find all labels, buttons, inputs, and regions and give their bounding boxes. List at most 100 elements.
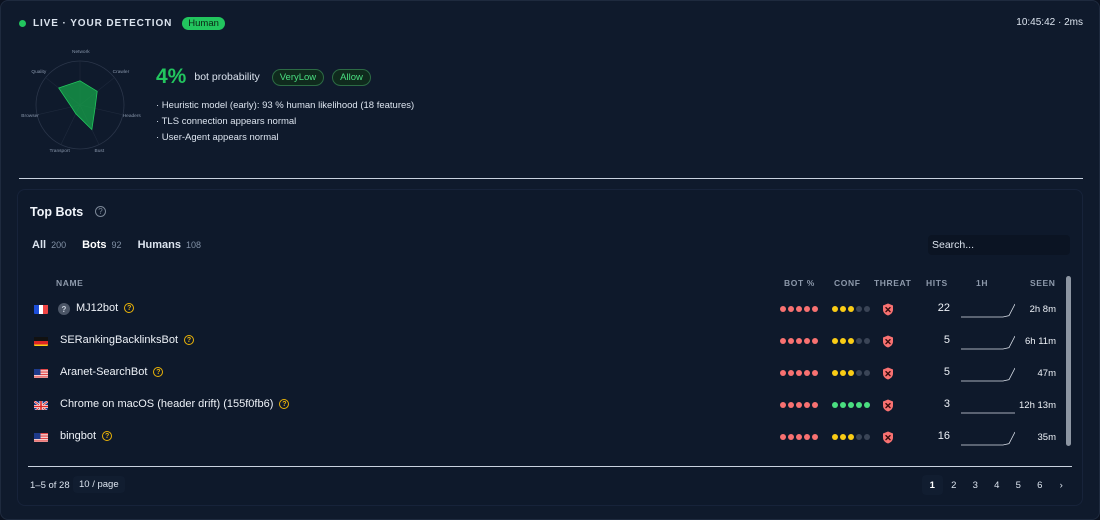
meter-dot <box>856 402 862 408</box>
page-button[interactable]: 3 <box>965 475 987 495</box>
meter-dot <box>780 370 786 376</box>
table-row[interactable]: Chrome on macOS (header drift) (155f0fb6… <box>18 389 1058 421</box>
action-badge: Allow <box>332 68 371 86</box>
meter-dot <box>840 434 846 440</box>
bot-pct-meter <box>780 402 818 408</box>
table-scrollbar[interactable] <box>1066 276 1071 446</box>
meter-dot <box>832 306 838 312</box>
meter-dot <box>796 306 802 312</box>
radar-axis-label: Transport <box>49 148 70 154</box>
column-header-seen[interactable]: SEEN <box>1030 278 1056 288</box>
tab-bots[interactable]: Bots 92 <box>82 239 121 251</box>
filter-tabs: All 200 Bots 92 Humans 108 <box>32 239 201 251</box>
meter-dot <box>796 370 802 376</box>
meter-dot <box>812 338 818 344</box>
bot-pct-meter <box>780 434 818 440</box>
last-seen: 6h 11m <box>1025 336 1056 347</box>
bot-name-text: MJ12bot <box>76 302 119 314</box>
hourly-sparkline <box>961 303 1015 318</box>
column-header-conf[interactable]: CONF <box>834 278 860 288</box>
top-bots-card: Top Bots ? All 200 Bots 92 Humans 108 NAME … <box>17 189 1083 506</box>
meter-dot <box>856 434 862 440</box>
shield-x-icon <box>882 367 894 380</box>
bot-name-text: SERankingBacklinksBot <box>60 334 179 346</box>
bot-name[interactable]: MJ12bot? <box>76 302 135 314</box>
meter-dot <box>864 402 870 408</box>
info-icon[interactable]: ? <box>184 335 195 345</box>
shield-x-icon <box>882 431 894 444</box>
confidence-meter <box>832 306 870 312</box>
radar-axis-label: Crawler <box>112 69 130 75</box>
info-icon[interactable]: ? <box>279 399 290 409</box>
column-header-threat[interactable]: THREAT <box>874 278 911 288</box>
meter-dot <box>780 306 786 312</box>
bot-name[interactable]: bingbot? <box>60 430 113 442</box>
meter-dot <box>788 370 794 376</box>
meter-dot <box>856 338 862 344</box>
table-row[interactable]: SERankingBacklinksBot? 5 6h 11m <box>18 325 1058 357</box>
search-input[interactable] <box>928 235 1070 255</box>
tab-count: 108 <box>185 240 201 250</box>
page-button[interactable]: 1 <box>921 475 943 495</box>
page-button[interactable]: 5 <box>1008 475 1030 495</box>
meter-dot <box>804 306 810 312</box>
hits-count: 16 <box>937 430 950 442</box>
tab-label: Humans <box>137 239 181 251</box>
page-button[interactable]: 6 <box>1029 475 1051 495</box>
bot-table-body: ? MJ12bot? 22 2h 8m SERankingBacklinksBot? 5 6… <box>18 293 1084 453</box>
bot-probability-label: bot probability <box>194 71 260 83</box>
bot-name[interactable]: Chrome on macOS (header drift) (155f0fb6… <box>60 398 290 410</box>
bot-name-text: bingbot <box>60 430 97 442</box>
question-icon: ? <box>58 303 70 315</box>
meter-dot <box>856 370 862 376</box>
meter-dot <box>812 402 818 408</box>
bot-pct-meter <box>780 338 818 344</box>
meter-dot <box>864 434 870 440</box>
last-seen: 2h 8m <box>1029 304 1056 315</box>
bot-name[interactable]: Aranet-SearchBot? <box>60 366 164 378</box>
meter-dot <box>780 434 786 440</box>
section-divider <box>19 178 1083 179</box>
radar-chart: Network Crawler Headers Bust Transport Browse… <box>15 43 145 155</box>
column-header-1h[interactable]: 1H <box>976 278 988 288</box>
shield-x-icon <box>882 399 894 412</box>
meter-dot <box>832 338 838 344</box>
meter-dot <box>788 434 794 440</box>
table-row[interactable]: ? MJ12bot? 22 2h 8m <box>18 293 1058 325</box>
bot-pct-meter <box>780 306 818 312</box>
bot-probability-value: 4% <box>156 65 187 88</box>
page-size-select[interactable]: 10 / page <box>73 476 125 493</box>
meter-dot <box>832 402 838 408</box>
radar-axis-label: Browser <box>21 113 39 119</box>
last-seen: 35m <box>1037 432 1056 443</box>
column-header-hits[interactable]: HITS <box>926 278 948 288</box>
info-icon[interactable]: ? <box>153 367 164 377</box>
meter-dot <box>864 370 870 376</box>
table-row[interactable]: Aranet-SearchBot? 5 47m <box>18 357 1058 389</box>
card-title: Top Bots <box>30 205 84 219</box>
next-page-button[interactable]: › <box>1051 475 1073 495</box>
tab-all[interactable]: All 200 <box>32 239 66 251</box>
confidence-meter <box>832 434 870 440</box>
note-item: · TLS connection appears normal <box>156 116 297 127</box>
confidence-meter <box>832 402 870 408</box>
flag-us-icon <box>34 367 48 378</box>
column-header-name[interactable]: NAME <box>56 278 83 288</box>
page-button[interactable]: 2 <box>943 475 965 495</box>
status-badge: Human <box>182 16 225 30</box>
live-label: LIVE · YOUR DETECTION <box>33 17 173 29</box>
tab-humans[interactable]: Humans 108 <box>138 239 201 251</box>
page-button[interactable]: 4 <box>986 475 1008 495</box>
column-header-bot-pct[interactable]: BOT % <box>784 278 815 288</box>
confidence-meter <box>832 370 870 376</box>
meter-dot <box>848 434 854 440</box>
meter-dot <box>796 434 802 440</box>
info-icon[interactable]: ? <box>102 431 113 441</box>
bot-name[interactable]: SERankingBacklinksBot? <box>60 334 195 346</box>
table-row[interactable]: bingbot? 16 35m <box>18 421 1058 453</box>
flag-us-icon <box>34 431 48 442</box>
info-icon[interactable]: ? <box>124 303 135 313</box>
meter-dot <box>804 338 810 344</box>
bot-name-text: Aranet-SearchBot <box>60 366 148 378</box>
help-circle-icon[interactable]: ? <box>95 206 106 217</box>
